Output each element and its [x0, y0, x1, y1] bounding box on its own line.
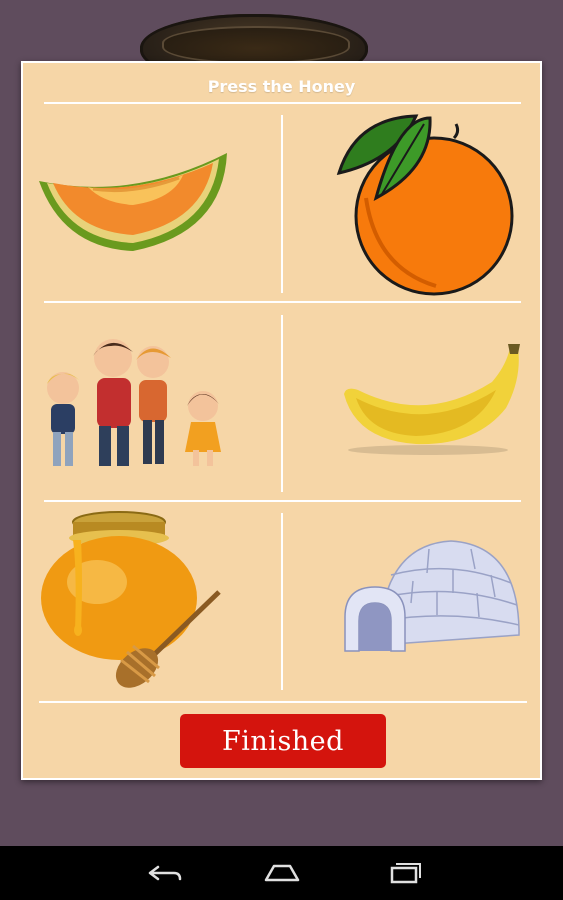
choice-orange[interactable]: [336, 108, 531, 298]
divider: [44, 102, 521, 104]
question-title: Press the Honey: [207, 77, 356, 96]
honey-pot-icon: [41, 511, 221, 688]
orange-icon: [336, 114, 514, 296]
divider: [44, 500, 521, 502]
home-icon[interactable]: [262, 858, 302, 888]
choice-igloo[interactable]: [341, 525, 521, 665]
recent-apps-icon[interactable]: [384, 858, 424, 888]
choice-banana[interactable]: [336, 338, 526, 458]
back-icon[interactable]: [144, 858, 184, 888]
divider: [281, 115, 283, 293]
system-nav-bar: [0, 846, 563, 900]
cantaloupe-slice-icon: [39, 153, 227, 251]
igloo-icon: [344, 540, 520, 652]
divider: [281, 315, 283, 492]
question-card: Press the Honey Finished: [21, 61, 542, 780]
banana-icon: [344, 344, 520, 455]
finished-button[interactable]: Finished: [180, 714, 386, 768]
choice-honey[interactable]: [37, 510, 227, 695]
divider: [281, 513, 283, 690]
divider: [39, 701, 527, 703]
choice-family[interactable]: [41, 328, 231, 478]
choice-cantaloupe[interactable]: [33, 123, 233, 253]
divider: [44, 301, 521, 303]
family-icon: [47, 339, 221, 466]
